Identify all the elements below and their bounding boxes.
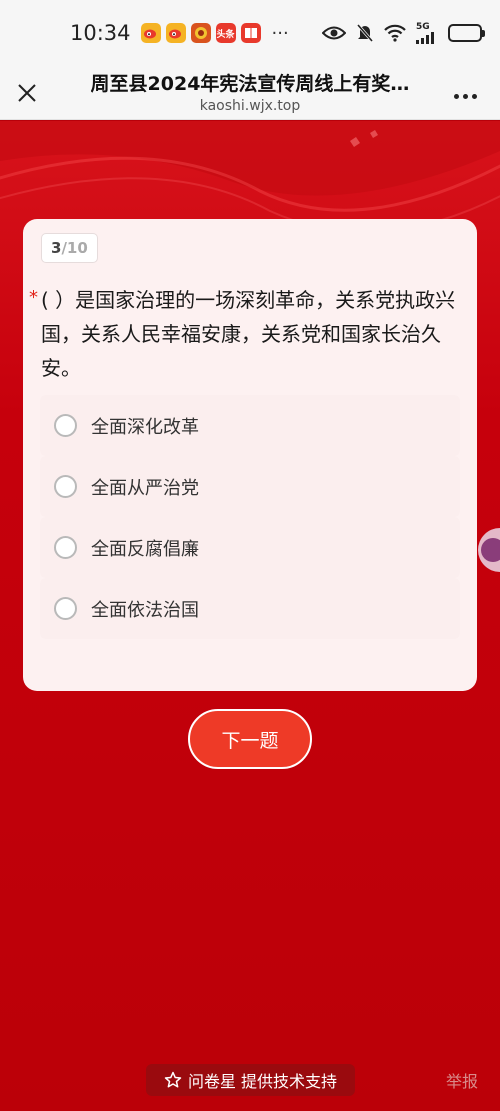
battery-icon: [448, 24, 485, 42]
powered-by-text: 问卷星 提供技术支持: [187, 1072, 338, 1091]
option-3[interactable]: 全面反腐倡廉: [40, 517, 460, 578]
close-button[interactable]: [12, 78, 42, 108]
assistant-icon: [481, 538, 500, 562]
option-2[interactable]: 全面从严治党: [40, 456, 460, 517]
radio-button[interactable]: [54, 414, 77, 437]
option-1[interactable]: 全面深化改革: [40, 395, 460, 456]
question-progress: 3 / 10: [41, 233, 98, 263]
toutiao-icon: 头条: [215, 23, 236, 43]
question-card: 3 / 10 * ( ）是国家治理的一场深刻革命，关系党执政兴国，关系人民幸福安…: [23, 219, 477, 691]
radio-button[interactable]: [54, 536, 77, 559]
more-dot-icon: [471, 93, 477, 99]
status-indicators: 5G: [322, 21, 485, 44]
title-area: 周至县2024年宪法宣传周线上有奖… kaoshi.wjx.top: [60, 66, 440, 120]
next-question-button[interactable]: 下一题: [188, 709, 312, 769]
network-type: 5G: [416, 21, 430, 32]
cellular-signal-icon: 5G: [416, 21, 438, 44]
question-current: 3: [51, 239, 62, 257]
report-link[interactable]: 举报: [446, 1068, 478, 1092]
radio-button[interactable]: [54, 475, 77, 498]
more-dot-icon: [462, 93, 468, 99]
mute-bell-icon: [356, 23, 374, 43]
option-label: 全面从严治党: [91, 477, 199, 499]
close-icon: [18, 84, 36, 102]
more-options-button[interactable]: [450, 86, 480, 106]
option-label: 全面依法治国: [91, 599, 199, 621]
question-total: 10: [66, 239, 88, 257]
required-mark: *: [29, 287, 38, 308]
option-4[interactable]: 全面依法治国: [40, 578, 460, 639]
powered-by-badge[interactable]: 问卷星 提供技术支持: [146, 1064, 355, 1096]
weibo-icon: [140, 23, 161, 43]
options-list: 全面深化改革 全面从严治党 全面反腐倡廉 全面依法治国: [40, 395, 460, 639]
radio-button[interactable]: [54, 597, 77, 620]
status-time: 10:34: [70, 21, 131, 45]
question-text: ( ）是国家治理的一场深刻革命，关系党执政兴国，关系人民幸福安康，关系党和国家长…: [41, 288, 456, 380]
weibo-icon: [165, 23, 186, 43]
more-notifications-icon: ···: [271, 22, 289, 44]
page-title: 周至县2024年宪法宣传周线上有奖…: [90, 73, 410, 95]
wifi-icon: [384, 24, 406, 42]
browser-title-bar: 周至县2024年宪法宣传周线上有奖… kaoshi.wjx.top: [0, 66, 500, 120]
more-dot-icon: [453, 93, 459, 99]
option-label: 全面反腐倡廉: [91, 538, 199, 560]
star-icon: [164, 1071, 182, 1088]
page-url: kaoshi.wjx.top: [199, 98, 301, 114]
book-icon: [240, 23, 261, 43]
game-icon: [190, 23, 211, 43]
status-bar: 10:34 头条 ··· 5G: [0, 0, 500, 66]
eye-icon: [322, 25, 346, 41]
option-label: 全面深化改革: [91, 416, 199, 438]
status-app-icons: 头条 ···: [140, 22, 289, 44]
